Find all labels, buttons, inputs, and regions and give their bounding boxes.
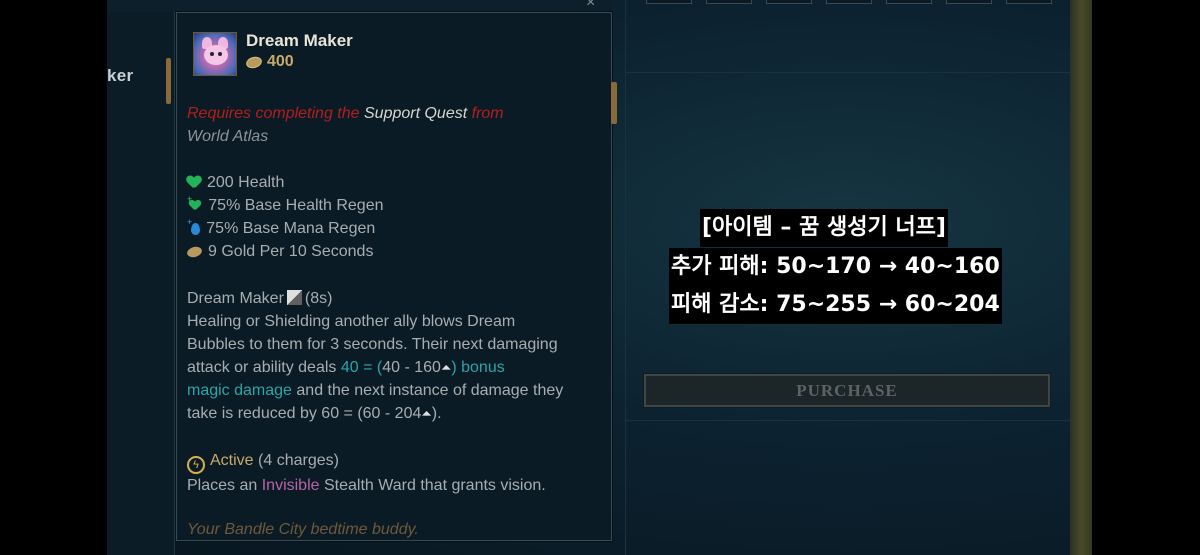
stats-list: 200 Health + 75% Base Health Regen + 75%… <box>185 171 384 263</box>
tooltip-scrollbar[interactable] <box>611 82 617 124</box>
dream-maker-item-icon <box>193 32 237 76</box>
active-bolt-icon: ϟ <box>187 456 205 474</box>
caption-line: 피해 감소: 75~255 → 60~204 <box>669 286 1002 324</box>
item-list-scrollbar[interactable] <box>166 58 171 104</box>
close-icon[interactable]: × <box>586 0 595 12</box>
item-list-panel <box>107 12 175 555</box>
panel-divider <box>625 0 626 555</box>
item-title: Dream Maker <box>246 31 353 50</box>
price-value: 400 <box>267 53 294 70</box>
item-slot[interactable] <box>706 0 752 4</box>
ability-power-icon: ⏶ <box>421 406 432 421</box>
quest-requirement: Requires completing the Support Quest fr… <box>187 105 504 145</box>
flavor-text: Your Bandle City bedtime buddy. <box>187 521 419 538</box>
stat-health: 200 Health <box>187 171 384 194</box>
item-slot[interactable] <box>1006 0 1052 4</box>
item-slot[interactable] <box>646 0 692 4</box>
item-price: 400 <box>244 53 294 71</box>
purchase-button[interactable]: PURCHASE <box>643 373 1051 408</box>
item-slot[interactable] <box>946 0 992 4</box>
item-list-entry[interactable]: ker <box>107 66 133 86</box>
item-slot[interactable] <box>766 0 812 4</box>
active-description: ϟ Active (4 charges) Places an Invisible … <box>187 452 546 494</box>
stat-gold: 9 Gold Per 10 Seconds <box>185 240 384 263</box>
ability-power-icon: ⏶ <box>440 360 452 375</box>
game-background-edge <box>1070 0 1092 555</box>
section-divider <box>626 420 1070 421</box>
section-divider <box>626 72 1070 73</box>
gold-coin-icon <box>244 54 264 70</box>
cooldown-icon <box>286 290 302 305</box>
gold-icon <box>185 244 204 259</box>
item-slot[interactable] <box>886 0 932 4</box>
caption-line: 추가 피해: 50~170 → 40~160 <box>669 248 1002 286</box>
stat-mana-regen: + 75% Base Mana Regen <box>187 217 384 240</box>
stat-health-regen: + 75% Base Health Regen <box>187 194 384 217</box>
item-slot[interactable] <box>826 0 872 4</box>
passive-description: Dream Maker (8s) Healing or Shielding ano… <box>187 287 607 425</box>
mana-regen-icon: + <box>187 217 201 240</box>
caption-title: [아이템 – 꿈 생성기 너프] <box>700 209 948 247</box>
passive-name: Dream Maker <box>187 290 284 307</box>
